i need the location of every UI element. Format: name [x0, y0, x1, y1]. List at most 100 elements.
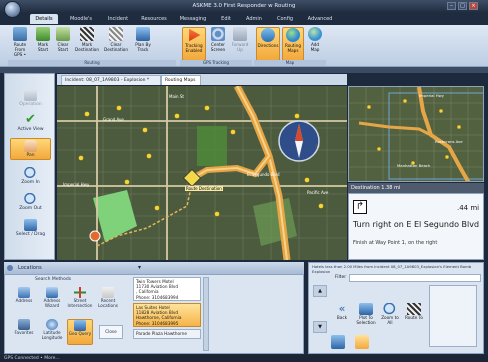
- tab-admin[interactable]: Admin: [242, 14, 266, 24]
- route-to-label: Route To: [405, 315, 423, 320]
- main-map[interactable]: Imperial Hwy Main St Grand Ave Pacific A…: [57, 86, 347, 260]
- filter-input[interactable]: [349, 274, 481, 282]
- select-drag-button[interactable]: Select / Drag: [10, 218, 51, 240]
- globe-latlon-icon: [46, 319, 58, 330]
- clear-start-button[interactable]: Clear Start: [54, 27, 72, 61]
- maximize-button[interactable]: □: [458, 2, 467, 10]
- address-button[interactable]: Address: [11, 287, 37, 313]
- filter-label: Filter: [335, 275, 347, 280]
- geo-query-label: Geo Query: [68, 331, 92, 336]
- routing-maps-label: Routing Maps: [284, 43, 302, 53]
- close-locations-button[interactable]: Close: [99, 325, 123, 339]
- tab-advanced[interactable]: Advanced: [304, 14, 336, 24]
- play-arrow-icon: [189, 28, 201, 42]
- flag-checkered-icon: [80, 27, 94, 41]
- map-label-pacific-ave: Pacific Ave: [307, 190, 329, 195]
- nearby-header: Hotels less than 2.00 Miles from Inciden…: [312, 264, 472, 274]
- tab-moodles[interactable]: Moodle's: [66, 14, 96, 24]
- plot-to-selection-button[interactable]: Plot To Selection: [355, 303, 377, 329]
- mark-start-button[interactable]: Mark Start: [34, 27, 52, 61]
- zoom-in-icon: [24, 167, 37, 179]
- locations-title-label: Locations: [18, 265, 42, 271]
- center-screen-button[interactable]: Center Screen: [208, 27, 228, 61]
- flag-clear-icon: [56, 27, 70, 41]
- active-view-button[interactable]: ✔ Active View: [10, 113, 51, 135]
- result-item[interactable]: Parade Plaza Hawthorne: [133, 329, 201, 339]
- back-button[interactable]: «Back: [331, 303, 353, 329]
- directions-button[interactable]: Directions: [256, 27, 280, 61]
- tab-incident[interactable]: Incident: [104, 14, 132, 24]
- overview-label-rosecrans: Rosecrans Ave: [435, 139, 463, 144]
- globe-icon: [286, 28, 300, 42]
- back-label: Back: [336, 315, 348, 320]
- clear-destination-label: Clear Destination: [103, 42, 129, 52]
- pan-button[interactable]: Pan: [10, 138, 51, 160]
- zoom-to-all-label: Zoom to All: [381, 315, 399, 325]
- overview-map[interactable]: Imperial Hwy Manhattan Beach Rosecrans A…: [348, 86, 484, 182]
- overview-label-imperial: Imperial Hwy: [419, 93, 444, 98]
- address-icon: [18, 287, 30, 298]
- plan-by-track-label: Plan By Track: [135, 42, 151, 52]
- tab-resources[interactable]: Resources: [138, 14, 170, 24]
- plan-by-track-button[interactable]: Plan By Track: [132, 27, 154, 61]
- scroll-down-button[interactable]: ▼: [313, 321, 327, 333]
- group-routing: Routing: [8, 60, 176, 66]
- address-wizard-button[interactable]: Address Wizard: [39, 287, 65, 313]
- routing-maps-button[interactable]: Routing Maps: [282, 27, 304, 61]
- geo-query-button[interactable]: Geo Query: [67, 319, 93, 345]
- route-destination-label: Route Destination: [185, 186, 223, 191]
- zoom-out-button[interactable]: Zoom Out: [10, 192, 51, 214]
- recent-locations-button[interactable]: Recent Locations: [95, 287, 121, 313]
- wizard-icon: [46, 287, 58, 298]
- tab-config[interactable]: Config: [272, 14, 298, 24]
- panel-dropdown-icon[interactable]: ▾: [138, 262, 141, 274]
- add-map-label: Add Map: [310, 42, 320, 52]
- tab-messaging[interactable]: Messaging: [176, 14, 210, 24]
- street-intersection-label: Street Intersection: [67, 298, 93, 308]
- favorites-label: Favorites: [14, 330, 34, 335]
- mark-destination-button[interactable]: Mark Destination: [74, 27, 100, 61]
- tab-details[interactable]: Details: [30, 14, 58, 24]
- group-gps-tracking: GPS Tracking: [180, 60, 252, 66]
- route-to-button[interactable]: Route To: [403, 303, 425, 329]
- locations-panel: Search Methods Address Address Wizard St…: [4, 274, 304, 354]
- app-menu-orb[interactable]: [4, 1, 21, 18]
- ribbon: Route From GPS • Mark Start Clear Start …: [0, 25, 488, 67]
- forward-up-button[interactable]: Forward Up: [230, 27, 250, 61]
- scroll-up-button[interactable]: ▲: [313, 285, 327, 297]
- tab-edit[interactable]: Edit: [216, 14, 236, 24]
- operation-button[interactable]: Operation: [10, 88, 51, 110]
- map-label-el-segundo: El Segundo Blvd: [247, 172, 280, 177]
- result-item-selected[interactable]: Las Suites Hotel 11828 Aviation Blvd Haw…: [133, 303, 201, 327]
- favorites-button[interactable]: Favorites: [11, 319, 37, 345]
- zoom-in-button[interactable]: Zoom In: [10, 166, 51, 188]
- compass-icon: [233, 27, 247, 41]
- minimize-button[interactable]: –: [447, 2, 456, 10]
- clear-destination-button[interactable]: Clear Destination: [102, 27, 130, 61]
- route-from-gps-button[interactable]: Route From GPS •: [10, 27, 30, 61]
- pan-label: Pan: [26, 153, 35, 158]
- tracking-enabled-button[interactable]: Tracking Enabled: [182, 27, 206, 61]
- operation-label: Operation: [19, 102, 42, 107]
- directions-header: Destination 1.38 mi: [348, 183, 484, 193]
- results-scrollbar[interactable]: [203, 277, 209, 351]
- note-icon[interactable]: [355, 335, 369, 349]
- center-target-icon: [211, 27, 225, 41]
- search-methods-title: Search Methods: [35, 277, 72, 282]
- add-map-button[interactable]: Add Map: [306, 27, 324, 61]
- latitude-longitude-button[interactable]: Latitude Longitude: [39, 319, 65, 345]
- app-title: ASKME 3.0 First Responder w Routing: [192, 3, 296, 9]
- close-button[interactable]: ×: [469, 2, 478, 10]
- nearby-list: [429, 285, 477, 347]
- globe-add-icon: [308, 27, 322, 41]
- select-drag-icon: [24, 219, 37, 231]
- tab-routing-maps[interactable]: Routing Maps: [161, 75, 201, 85]
- gps-route-icon: [13, 27, 27, 41]
- active-view-label: Active View: [17, 127, 44, 132]
- zoom-to-all-button[interactable]: Zoom to All: [379, 303, 401, 329]
- street-intersection-button[interactable]: Street Intersection: [67, 287, 93, 313]
- result-item[interactable]: Twin Towers Motel 11730 Aviation Blvd , …: [133, 277, 201, 301]
- tab-incident-map[interactable]: Incident: 08_07_1A9803 - Explosion *: [61, 75, 161, 85]
- flag-marker-icon[interactable]: [331, 335, 345, 349]
- group-map: Map: [254, 60, 326, 66]
